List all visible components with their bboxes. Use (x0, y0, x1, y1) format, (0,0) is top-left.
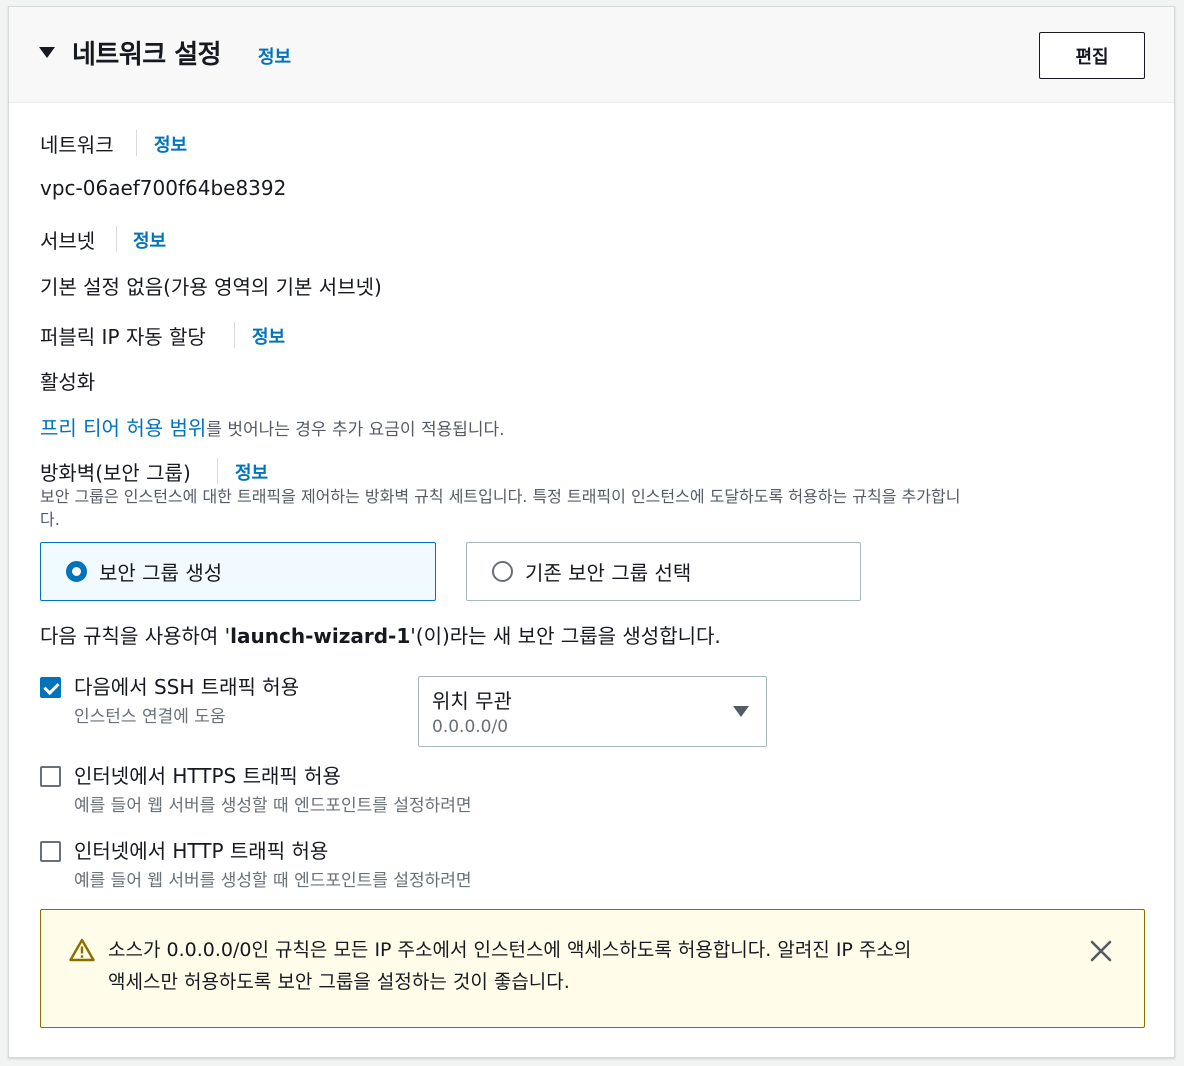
radio-create-security-group[interactable]: 보안 그룹 생성 (40, 542, 436, 601)
http-checkbox[interactable] (40, 841, 61, 862)
network-info-link[interactable]: 정보 (154, 131, 187, 157)
create-security-group-note: 다음 규칙을 사용하여 'launch-wizard-1'(이)라는 새 보안 … (40, 620, 721, 649)
divider (217, 458, 218, 484)
note-text: '(이)라는 새 보안 그룹을 생성합니다. (410, 624, 721, 648)
public-ip-label: 퍼블릭 IP 자동 할당 (40, 325, 206, 349)
subnet-info-link[interactable]: 정보 (133, 227, 166, 253)
chevron-down-icon (733, 706, 749, 717)
panel-header: 네트워크 설정 정보 편집 (9, 7, 1174, 103)
warning-icon (69, 938, 95, 962)
firewall-info-link[interactable]: 정보 (235, 459, 268, 485)
http-rule-label: 인터넷에서 HTTP 트래픽 허용 (74, 839, 329, 863)
ssh-rule-label: 다음에서 SSH 트래픽 허용 (74, 675, 300, 699)
divider (116, 226, 117, 252)
network-label: 네트워크 (40, 133, 114, 157)
note-text: 다음 규칙을 사용하여 ' (40, 624, 231, 648)
header-info-link[interactable]: 정보 (258, 43, 291, 69)
firewall-description-line: 다. (40, 510, 60, 529)
select-value: 위치 무관 (432, 689, 512, 713)
security-group-name: launch-wizard-1 (230, 624, 411, 648)
public-ip-info-link[interactable]: 정보 (252, 323, 285, 349)
firewall-label: 방화벽(보안 그룹) (40, 461, 191, 485)
subnet-label: 서브넷 (40, 229, 96, 253)
radio-button[interactable] (66, 561, 87, 582)
free-tier-note: 프리 티어 허용 범위를 벗어나는 경우 추가 요금이 적용됩니다. (40, 412, 505, 441)
network-settings-panel: 네트워크 설정 정보 편집 네트워크 정보 vpc-06aef700f64be8… (8, 6, 1175, 1058)
http-rule-description: 예를 들어 웹 서버를 생성할 때 엔드포인트를 설정하려면 (74, 871, 472, 891)
https-rule-description: 예를 들어 웹 서버를 생성할 때 엔드포인트를 설정하려면 (74, 796, 472, 816)
firewall-description-line: 보안 그룹은 인스턴스에 대한 트래픽을 제어하는 방화벽 규칙 세트입니다. … (40, 487, 961, 506)
radio-label: 기존 보안 그룹 선택 (525, 561, 692, 585)
alert-line: 액세스만 허용하도록 보안 그룹을 설정하는 것이 좋습니다. (108, 971, 570, 993)
free-tier-note-text: 를 벗어나는 경우 추가 요금이 적용됩니다. (206, 420, 505, 440)
divider (136, 130, 137, 156)
radio-button[interactable] (492, 561, 513, 582)
edit-button[interactable]: 편집 (1039, 32, 1145, 79)
https-checkbox[interactable] (40, 766, 61, 787)
radio-label: 보안 그룹 생성 (99, 561, 223, 585)
select-cidr: 0.0.0.0/0 (432, 717, 509, 737)
public-ip-value: 활성화 (40, 370, 96, 394)
radio-select-existing-security-group[interactable]: 기존 보안 그룹 선택 (466, 542, 861, 601)
divider (234, 322, 235, 348)
https-rule-label: 인터넷에서 HTTPS 트래픽 허용 (74, 764, 341, 788)
warning-alert: 소스가 0.0.0.0/0인 규칙은 모든 IP 주소에서 인스턴스에 액세스하… (40, 909, 1145, 1028)
network-value: vpc-06aef700f64be8392 (40, 176, 287, 200)
alert-line: 소스가 0.0.0.0/0인 규칙은 모든 IP 주소에서 인스턴스에 액세스하… (108, 939, 912, 961)
collapse-caret-icon[interactable] (39, 47, 55, 58)
alert-message: 소스가 0.0.0.0/0인 규칙은 모든 IP 주소에서 인스턴스에 액세스하… (108, 934, 1068, 998)
firewall-description: 보안 그룹은 인스턴스에 대한 트래픽을 제어하는 방화벽 규칙 세트입니다. … (40, 485, 1150, 532)
subnet-value: 기본 설정 없음(가용 영역의 기본 서브넷) (40, 275, 382, 299)
ssh-rule-description: 인스턴스 연결에 도움 (74, 707, 226, 727)
free-tier-link[interactable]: 프리 티어 허용 범위 (40, 416, 206, 440)
ssh-checkbox[interactable] (40, 677, 61, 698)
close-icon[interactable] (1089, 939, 1113, 963)
panel-title: 네트워크 설정 (72, 40, 222, 70)
ssh-source-select[interactable]: 위치 무관 0.0.0.0/0 (418, 676, 767, 747)
